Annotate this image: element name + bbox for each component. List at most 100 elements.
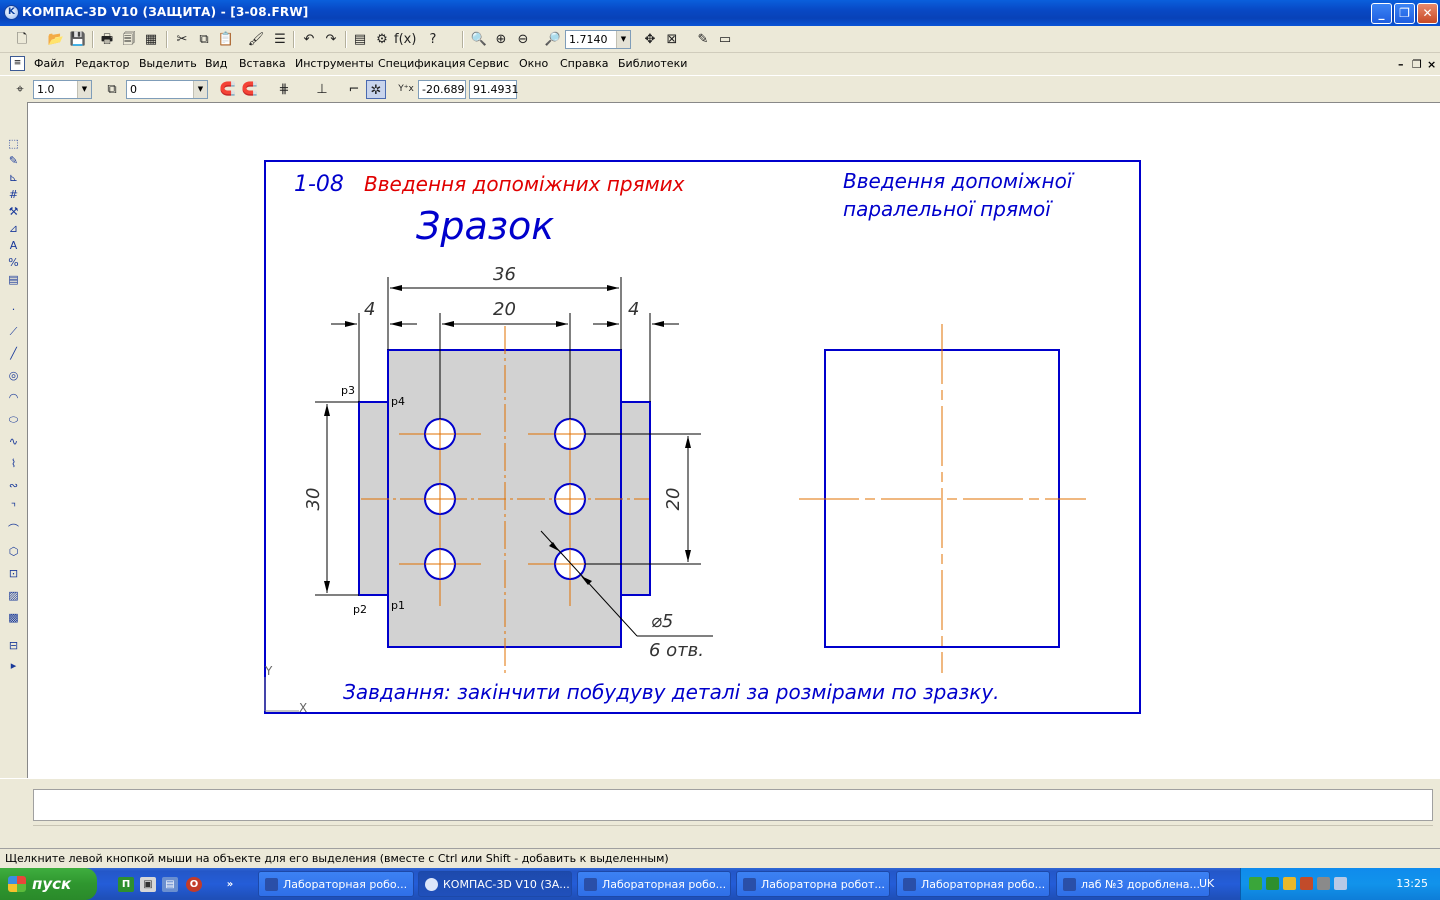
task-button-word-3[interactable]: Лабораторна робот... [736,871,890,897]
mdi-close-icon[interactable]: × [1427,58,1436,71]
quicklaunch-more-icon[interactable]: » [222,877,238,892]
tray-volume-icon[interactable] [1334,877,1347,890]
coord-y-field[interactable]: 91.4931 [469,80,519,99]
library-manager-icon[interactable]: ⚙ [372,30,392,49]
equidistant-icon[interactable]: ⊟ [4,638,23,654]
kompas-app-icon[interactable]: K [4,5,19,20]
local-snap-icon[interactable]: 🧲 [240,80,260,99]
ortho-icon[interactable]: ⌐ [344,80,364,99]
dimensions-tool-icon[interactable]: ⊾ [4,170,23,186]
clock[interactable]: 13:25 [1396,877,1428,890]
chamfer-icon[interactable]: ⌝ [4,500,23,516]
fill-icon[interactable]: ▩ [4,610,23,626]
task-button-word-1[interactable]: Лабораторная робо... [258,871,414,897]
layout-icon[interactable]: ▦ [141,30,161,49]
copy-icon[interactable]: ⧉ [194,30,214,49]
zoom-in-window-icon[interactable]: 🔍 [469,30,489,49]
zoom-scale-icon[interactable]: 🔎 [543,30,563,49]
spec-tool-icon[interactable]: ▤ [4,272,23,288]
select-tool-icon[interactable]: ⬚ [4,136,23,152]
menu-tools[interactable]: Инструменты [295,57,374,70]
contour-icon[interactable]: ⊡ [4,566,23,582]
task-button-word-4[interactable]: Лабораторная робо... [896,871,1050,897]
menu-libraries[interactable]: Библиотеки [618,57,687,70]
point-icon[interactable]: · [4,302,23,318]
filter-tool-icon[interactable]: % [4,255,23,271]
maximize-button[interactable]: ❐ [1394,3,1415,24]
close-button[interactable]: ✕ [1417,3,1438,24]
menu-file[interactable]: Файл [34,57,64,70]
pan-icon[interactable]: ✥ [640,30,660,49]
refresh-icon[interactable]: ✎ [693,30,713,49]
coord-x-field[interactable]: -20.689 [418,80,466,99]
mdi-minimize-icon[interactable]: – [1398,58,1404,71]
document-icon[interactable]: ≡ [10,56,25,71]
fillet-icon[interactable]: ⌒ [4,522,23,538]
zoom-scale-combo[interactable]: 1.7140 ▼ [565,30,631,49]
tray-warning-icon[interactable] [1283,877,1296,890]
menu-help[interactable]: Справка [560,57,608,70]
start-button[interactable]: пуск [0,868,97,900]
task-button-kompas[interactable]: КОМПАС-3D V10 (ЗА... [418,871,572,897]
chevron-down-icon[interactable]: ▼ [77,81,91,98]
measure-tool-icon[interactable]: A [4,238,23,254]
panel-expand-icon[interactable]: ▸ [4,658,23,674]
quicklaunch-desktop-icon[interactable]: ▤ [162,877,178,892]
menu-insert[interactable]: Вставка [239,57,286,70]
help-pointer-icon[interactable]: ? [423,30,443,49]
cursor-step-icon[interactable]: ⌖ [10,80,30,99]
menu-editor[interactable]: Редактор [75,57,130,70]
bezier-icon[interactable]: ∿ [4,434,23,450]
layers-icon[interactable]: ⧉ [102,80,122,99]
geometry-tool-icon[interactable]: ✎ [4,153,23,169]
layer-combo[interactable]: 0 ▼ [126,80,208,99]
open-folder-icon[interactable]: 📂 [46,30,66,49]
zoom-in-icon[interactable]: ⊕ [491,30,511,49]
undo-icon[interactable]: ↶ [299,30,319,49]
grid-icon[interactable]: ⋕ [274,80,294,99]
tray-network-icon[interactable] [1249,877,1262,890]
ellipse-icon[interactable]: ⬭ [4,412,23,428]
menu-view[interactable]: Вид [205,57,227,70]
variables-icon[interactable]: f(x) [394,30,416,49]
arc-icon[interactable]: ◠ [4,390,23,406]
tray-device-icon[interactable] [1317,877,1330,890]
manager-icon[interactable]: ▤ [350,30,370,49]
show-all-icon[interactable]: ⊠ [662,30,682,49]
step-combo[interactable]: 1.0 ▼ [33,80,92,99]
edit-tool-icon[interactable]: ⚒ [4,204,23,220]
drawing-canvas[interactable]: 1-08 Введення допоміжних прямих Зразок В… [27,102,1440,778]
language-indicator[interactable]: UK [1199,877,1214,890]
task-button-word-2[interactable]: Лабораторная робо... [577,871,731,897]
snap-magnet-icon[interactable]: 🧲 [218,80,238,99]
menu-window[interactable]: Окно [519,57,548,70]
quicklaunch-opera-icon[interactable]: O [186,877,202,892]
minimize-button[interactable]: _ [1371,3,1392,24]
format-brush-icon[interactable]: 🖌 [246,30,266,49]
menu-specification[interactable]: Спецификация [378,57,465,70]
print-icon[interactable]: 🖶 [97,30,117,49]
zoom-out-icon[interactable]: ⊖ [513,30,533,49]
paste-icon[interactable]: 📋 [216,30,236,49]
tray-security-icon[interactable] [1300,877,1313,890]
save-icon[interactable]: 💾 [68,30,88,49]
new-document-icon[interactable]: 🗋 [12,30,32,49]
hatch-icon[interactable]: ▨ [4,588,23,604]
quicklaunch-explorer-icon[interactable]: ▣ [140,877,156,892]
task-button-word-5[interactable]: лаб №3 доробленa... [1056,871,1210,897]
spline-icon[interactable]: ∾ [4,478,23,494]
cut-icon[interactable]: ✂ [172,30,192,49]
chevron-down-icon[interactable]: ▼ [616,31,630,48]
aux-line-icon[interactable]: ⟋ [4,324,23,340]
quicklaunch-app-icon[interactable]: П [118,877,134,892]
local-cs-icon[interactable]: ⊥ [312,80,332,99]
circle-icon[interactable]: ◎ [4,368,23,384]
print-preview-icon[interactable]: 🗐 [119,30,139,49]
property-input-box[interactable] [33,789,1433,821]
polygon-icon[interactable]: ⬡ [4,544,23,560]
tray-app-icon[interactable] [1266,877,1279,890]
designations-tool-icon[interactable]: # [4,187,23,203]
mdi-restore-icon[interactable]: ❐ [1412,58,1422,71]
menu-select[interactable]: Выделить [139,57,197,70]
redo-icon[interactable]: ↷ [321,30,341,49]
